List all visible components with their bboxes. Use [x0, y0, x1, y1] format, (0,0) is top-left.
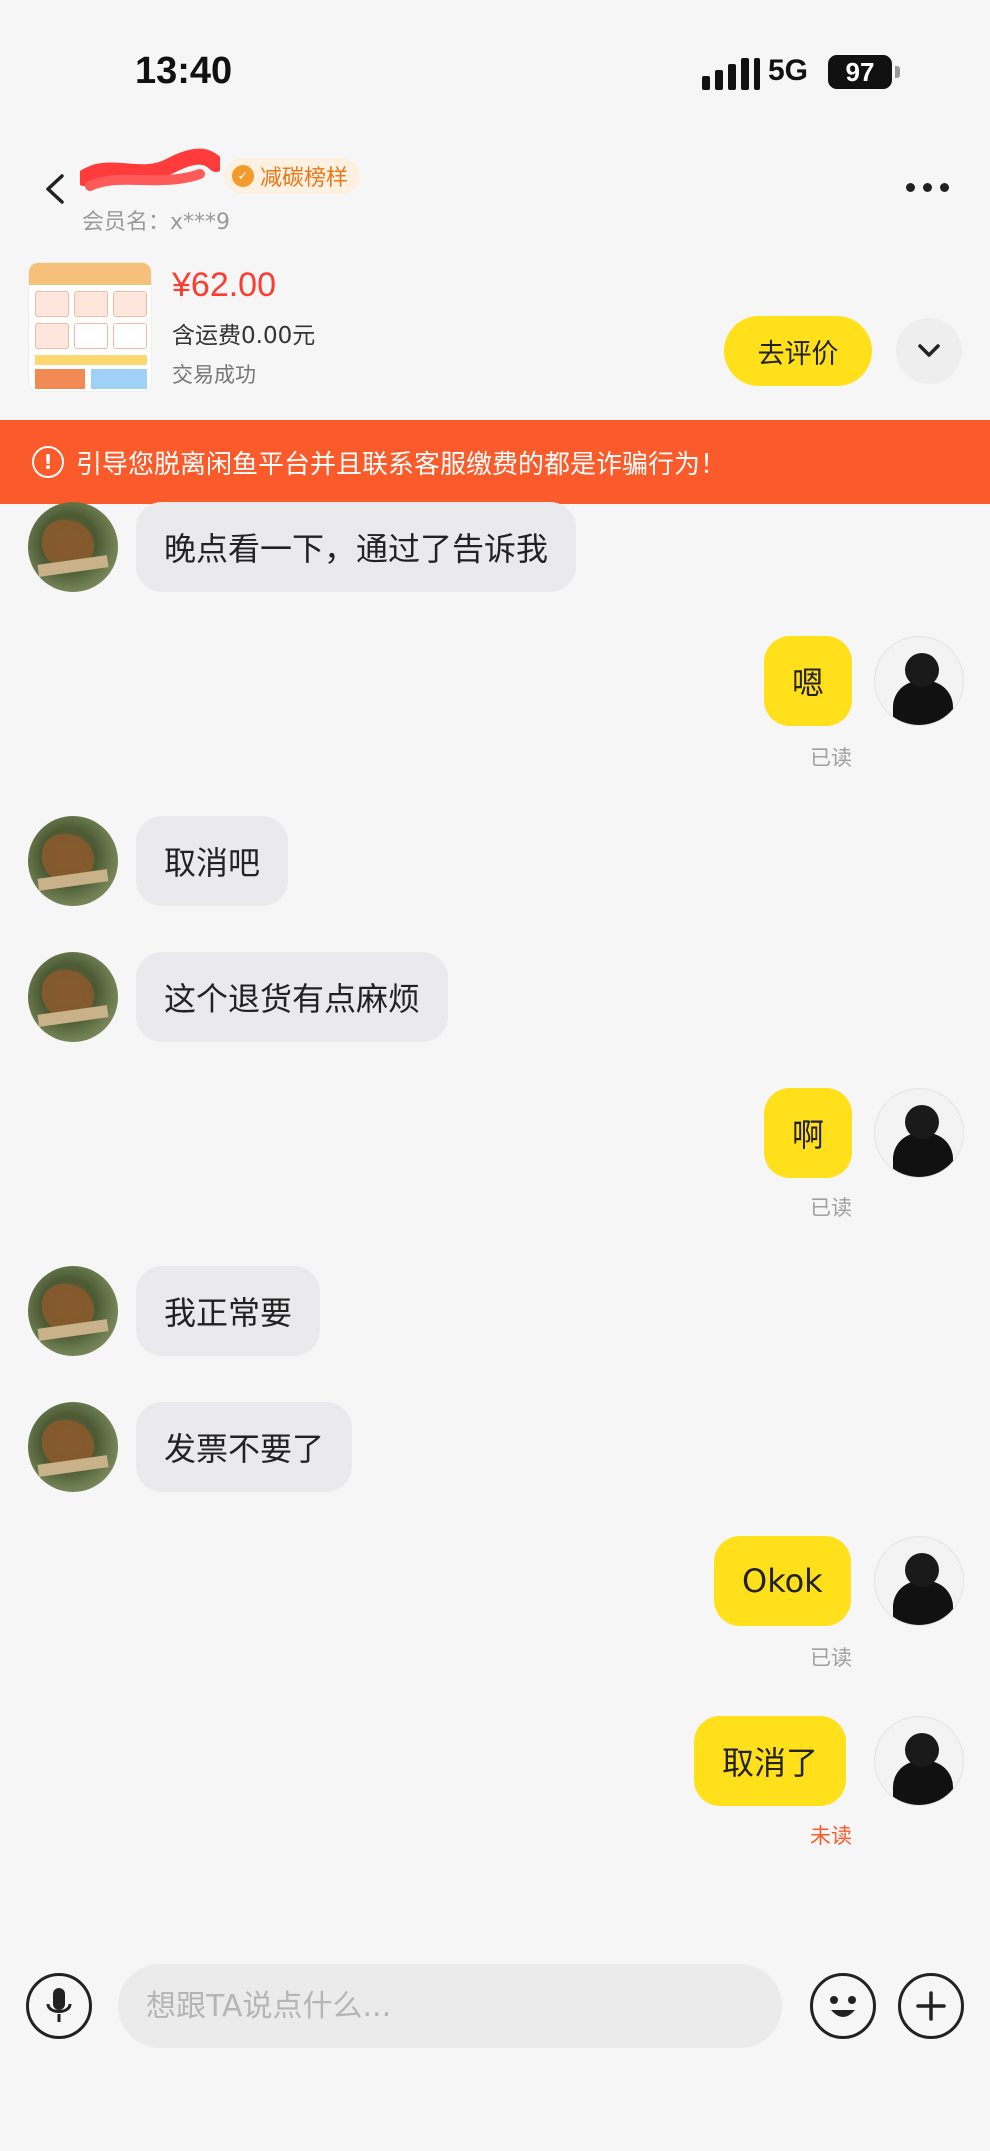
user-avatar[interactable] [874, 1088, 964, 1178]
message-bubble: Okok [714, 1536, 851, 1626]
microphone-icon[interactable] [26, 1973, 92, 2039]
seller-avatar[interactable] [28, 1402, 118, 1492]
review-button[interactable]: 去评价 [724, 316, 872, 386]
user-avatar[interactable] [874, 1716, 964, 1806]
battery-icon: 97 [828, 55, 892, 89]
badge-label: 减碳榜样 [260, 166, 349, 191]
message-bubble: 我正常要 [136, 1266, 321, 1356]
message-bubble: 发票不要了 [136, 1402, 353, 1492]
carbon-badge[interactable]: ✓ 减碳榜样 [224, 158, 361, 194]
read-status: 已读 [810, 746, 852, 770]
member-name: 会员名：x***9 [82, 210, 231, 235]
seller-avatar[interactable] [28, 1266, 118, 1356]
trade-status: 交易成功 [172, 363, 256, 387]
message-bubble: 这个退货有点麻烦 [136, 952, 449, 1042]
message-bubble: 取消吧 [136, 816, 289, 906]
read-status: 已读 [810, 1646, 852, 1670]
user-avatar[interactable] [874, 636, 964, 726]
shipping-fee: 含运费0.00元 [172, 323, 316, 349]
fraud-warning-banner: ! 引导您脱离闲鱼平台并且联系客服缴费的都是诈骗行为！ [0, 420, 990, 504]
warning-icon: ! [32, 446, 64, 478]
product-price: ¥62.00 [172, 266, 276, 304]
message-bubble: 取消了 [694, 1716, 847, 1806]
seller-avatar[interactable] [28, 502, 118, 592]
battery-tip [895, 66, 900, 78]
user-avatar[interactable] [874, 1536, 964, 1626]
emoji-icon[interactable] [810, 1973, 876, 2039]
message-bubble: 啊 [764, 1088, 853, 1178]
message-bubble: 嗯 [764, 636, 853, 726]
status-bar: 13:40 5G 97 [0, 0, 990, 140]
product-thumbnail[interactable] [28, 262, 152, 392]
status-time: 13:40 [135, 50, 233, 92]
leaf-icon: ✓ [232, 165, 254, 187]
seller-avatar[interactable] [28, 952, 118, 1042]
message-input[interactable] [118, 1964, 782, 2048]
unread-status: 未读 [810, 1824, 852, 1848]
more-options-icon[interactable] [906, 183, 949, 192]
chevron-down-icon[interactable] [896, 318, 962, 384]
seller-avatar[interactable] [28, 816, 118, 906]
redacted-username [76, 148, 224, 192]
signal-icon [702, 56, 760, 90]
warning-text: 引导您脱离闲鱼平台并且联系客服缴费的都是诈骗行为！ [76, 449, 727, 480]
message-bubble: 晚点看一下，通过了告诉我 [136, 502, 577, 592]
read-status: 已读 [810, 1196, 852, 1220]
back-icon[interactable] [40, 172, 74, 206]
network-type: 5G [768, 54, 809, 87]
plus-icon[interactable] [898, 1973, 964, 2039]
